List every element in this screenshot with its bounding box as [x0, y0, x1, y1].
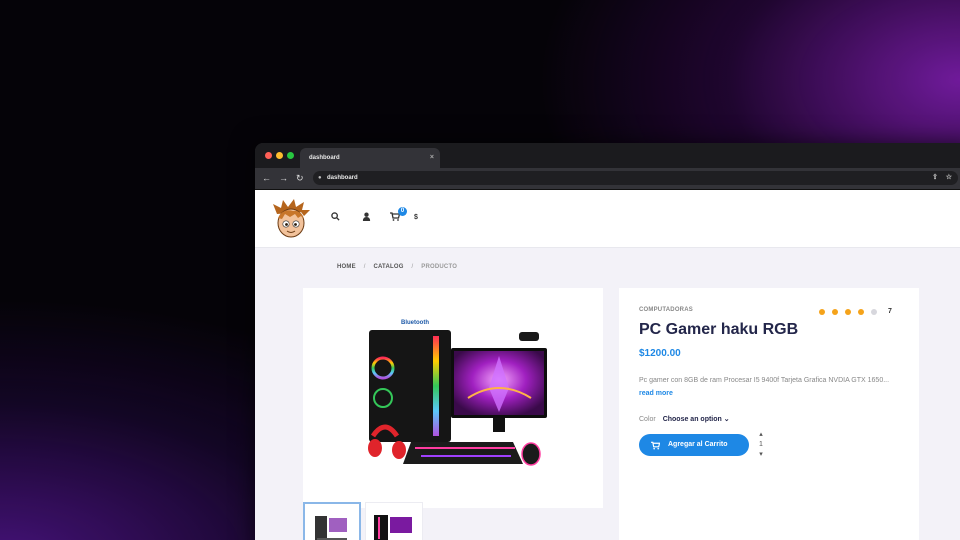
forward-arrow-icon[interactable]: → — [279, 172, 288, 184]
cart-count-badge: 0 — [398, 207, 407, 216]
add-to-cart-label: Agregar al Carrito — [668, 441, 728, 448]
breadcrumb-current: PRODUCTO — [421, 264, 458, 270]
color-select-value: Choose an option — [662, 416, 722, 423]
web-page: 0 $ HOME / CATALOG / PRODUCTO Bluetooth … — [255, 190, 960, 540]
bookmark-star-icon[interactable]: ☆ — [946, 171, 952, 185]
read-more-link[interactable]: read more — [639, 390, 673, 397]
rating-dot-filled — [845, 308, 851, 315]
thumbnail-1[interactable] — [303, 502, 361, 540]
tab-bar: dashboard × — [255, 143, 960, 168]
browser-toolbar: ← → ↻ ● dashboard ⇪ ☆ — [255, 168, 960, 190]
rating-dot-empty — [871, 308, 877, 315]
breadcrumb-separator: / — [363, 264, 366, 270]
product-image[interactable]: Bluetooth — [303, 288, 603, 508]
quantity-stepper: ▴ 1 ▾ — [756, 430, 766, 460]
product-image-card: Bluetooth — [303, 288, 603, 508]
product-description: Pc gamer con 8GB de ram Procesar I5 9400… — [639, 374, 904, 400]
rating-dot-filled — [819, 308, 825, 315]
close-window-button[interactable] — [265, 152, 272, 159]
cart-total: $ — [414, 214, 418, 221]
thumbnail-strip — [303, 502, 603, 540]
reload-icon[interactable]: ↻ — [296, 172, 304, 184]
minimize-window-button[interactable] — [276, 152, 283, 159]
product-info-card: COMPUTADORAS 7 PC Gamer haku RGB $1200.0… — [619, 288, 919, 540]
rating-dot-filled — [832, 308, 838, 315]
rating-dot-filled — [858, 308, 864, 315]
rating-count: 7 — [888, 308, 892, 315]
breadcrumb-home[interactable]: HOME — [337, 264, 356, 270]
back-arrow-icon[interactable]: ← — [262, 172, 271, 184]
product-rating: 7 — [819, 308, 892, 315]
color-label: Color — [639, 416, 656, 423]
thumbnail-2[interactable] — [365, 502, 423, 540]
breadcrumb-catalog[interactable]: CATALOG — [373, 264, 403, 270]
maximize-window-button[interactable] — [287, 152, 294, 159]
breadcrumb: HOME / CATALOG / PRODUCTO — [337, 264, 457, 270]
color-select[interactable]: Choose an option ⌄ — [663, 416, 730, 423]
search-icon[interactable] — [331, 212, 340, 224]
quantity-decrease-icon[interactable]: ▾ — [756, 450, 766, 460]
product-price: $1200.00 — [639, 348, 681, 359]
product-title: PC Gamer haku RGB — [639, 321, 799, 338]
share-icon[interactable]: ⇪ — [932, 171, 938, 185]
add-to-cart-button[interactable]: Agregar al Carrito — [639, 434, 749, 456]
tab-title: dashboard — [309, 155, 340, 161]
image-brand-text: Bluetooth — [401, 320, 429, 326]
site-logo[interactable] — [271, 198, 311, 240]
browser-tab[interactable]: dashboard × — [300, 148, 440, 168]
description-text: Pc gamer con 8GB de ram Procesar I5 9400… — [639, 377, 890, 384]
address-bar[interactable]: ● dashboard ⇪ ☆ — [313, 171, 958, 185]
tab-close-icon[interactable]: × — [430, 148, 434, 168]
browser-window: dashboard × ← → ↻ ● dashboard ⇪ ☆ 0 $ HO… — [255, 143, 960, 540]
lock-icon: ● — [318, 175, 322, 181]
color-option-row: Color Choose an option ⌄ — [639, 415, 730, 423]
quantity-increase-icon[interactable]: ▴ — [756, 430, 766, 440]
site-header: 0 $ — [255, 190, 960, 248]
url-text: dashboard — [327, 175, 358, 181]
cart-icon — [651, 434, 661, 458]
chevron-down-icon: ⌄ — [723, 416, 730, 423]
breadcrumb-separator: / — [411, 264, 414, 270]
user-icon[interactable] — [362, 212, 371, 224]
product-category[interactable]: COMPUTADORAS — [639, 307, 693, 313]
quantity-value[interactable]: 1 — [756, 440, 766, 450]
